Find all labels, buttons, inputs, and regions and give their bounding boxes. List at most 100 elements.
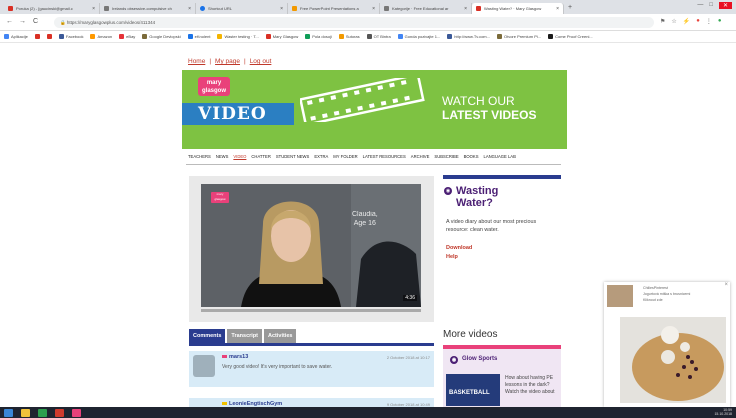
menu-icon[interactable]: ⋮ <box>706 18 712 25</box>
bookmark-item[interactable]: Waster testing · T... <box>217 34 259 39</box>
window-controls: — □ ✕ <box>697 2 732 9</box>
bookmark-icon <box>447 34 453 39</box>
nav-my-folder[interactable]: MY FOLDER <box>333 154 357 159</box>
ad-image[interactable] <box>620 317 726 403</box>
close-window-button[interactable]: ✕ <box>718 2 732 9</box>
browser-tab-active[interactable]: Wasting Water? · Mary Glasgow × <box>472 3 564 14</box>
video-heading: VIDEO <box>182 103 294 125</box>
bookmark-icon <box>397 34 403 39</box>
nav-extra[interactable]: EXTRA <box>314 154 328 159</box>
nav-subscribe[interactable]: SUBSCRIBE <box>434 154 458 159</box>
close-tab-icon[interactable]: × <box>553 6 559 12</box>
bookmark-item[interactable]: Gonda pozivajte 1... <box>397 34 440 39</box>
bookmark-item[interactable]: Aplikacije <box>4 34 28 39</box>
browser-tab[interactable]: Poruka (2) - [gaucinski@gmail.c × <box>4 3 100 14</box>
nav-latest-resources[interactable]: LATEST RESOURCES <box>363 154 406 159</box>
url-text: https://maryglasgowplus.com/videos/41134… <box>66 20 156 25</box>
bookmark-item[interactable]: eBay <box>119 34 135 39</box>
comment-author[interactable]: mars13 <box>229 354 248 360</box>
bookmark-icon <box>366 34 372 39</box>
bookmark-icon <box>338 34 344 39</box>
chrome-icon[interactable] <box>55 408 64 417</box>
browser-toolbar: ← → C 🔒 https://maryglasgowplus.com/vide… <box>0 14 736 31</box>
nav-news[interactable]: NEWS <box>216 154 229 159</box>
nav-language-lab[interactable]: LANGUAGE LAB <box>484 154 516 159</box>
minimize-button[interactable]: — <box>697 2 703 9</box>
tab-comments[interactable]: Comments <box>189 329 226 343</box>
bookmark-item[interactable]: Come Proof Creeni... <box>548 34 593 39</box>
mary-glasgow-logo[interactable]: mary glasgow <box>198 77 230 96</box>
download-link[interactable]: Download <box>446 244 472 253</box>
bookmark-item[interactable]: Google Devlopski <box>142 34 181 39</box>
video-caption: Claudia, Age 16 <box>352 211 378 227</box>
bookmark-item[interactable] <box>34 34 40 39</box>
help-link[interactable]: Help <box>446 253 472 262</box>
system-clock[interactable]: 10:59 15.10.2018 <box>714 408 732 416</box>
bookmark-icon <box>46 34 52 39</box>
opera-icon[interactable]: ● <box>696 18 700 25</box>
more-video-thumbnail[interactable]: BASKETBALL <box>446 374 500 406</box>
video-progress-bar[interactable] <box>201 309 421 312</box>
bookmark-item[interactable]: Amazon <box>90 34 112 39</box>
app-icon[interactable] <box>72 408 81 417</box>
nav-books[interactable]: BOOKS <box>464 154 479 159</box>
nav-video[interactable]: VIDEO <box>233 154 246 159</box>
bookmark-item[interactable]: Sutoras <box>338 34 360 39</box>
maximize-button[interactable]: □ <box>709 2 713 9</box>
new-tab-button[interactable]: + <box>568 4 572 11</box>
nav-teachers[interactable]: TEACHERS <box>188 154 211 159</box>
bookmark-item[interactable]: http://www.Tv.com... <box>447 34 490 39</box>
video-frame[interactable]: mary glasgow Claudia, Age 16 4:36 <box>201 184 421 307</box>
back-button[interactable]: ← <box>6 18 13 25</box>
tab-transcript[interactable]: Transcript <box>227 329 263 343</box>
browser-tab[interactable]: Free PowerPoint Presentations a × <box>288 3 380 14</box>
translate-icon[interactable]: ⚑ <box>660 18 665 25</box>
bookmarks-bar: Aplikacije Facebook Amazon eBay Google Devlo… <box>0 31 736 43</box>
start-icon[interactable] <box>4 408 13 417</box>
close-tab-icon[interactable]: × <box>89 6 95 12</box>
tab-activities[interactable]: Activities <box>264 329 297 343</box>
close-tab-icon[interactable]: × <box>369 6 375 12</box>
flag-icon <box>222 355 227 359</box>
bookmark-item[interactable]: Facebook <box>58 34 83 39</box>
bookmark-icon <box>496 34 502 39</box>
bookmark-item[interactable]: eKnolent <box>187 34 210 39</box>
profile-icon[interactable]: ● <box>718 18 722 25</box>
bookmark-icon <box>187 34 193 39</box>
folder-icon[interactable] <box>21 408 30 417</box>
reload-button[interactable]: C <box>33 18 38 25</box>
browser-tab[interactable]: Kategorije · Free Educational ar × <box>380 3 472 14</box>
log-out-link[interactable]: Log out <box>250 58 272 65</box>
more-videos-card[interactable]: ◉ Glow Sports BASKETBALL How about havin… <box>443 349 561 409</box>
browser-tab[interactable]: Irelands obsessive-compulsive ch × <box>100 3 196 14</box>
close-tab-icon[interactable]: × <box>277 6 283 12</box>
star-icon[interactable]: ☆ <box>671 18 676 25</box>
bookmark-item[interactable]: Pola dosoji <box>305 34 332 39</box>
more-video-title[interactable]: Glow Sports <box>462 356 497 364</box>
bookmark-item[interactable]: OT Bintra <box>366 34 391 39</box>
site-navigation: TEACHERS NEWS VIDEO CHATTER STUDENT NEWS… <box>188 154 516 159</box>
app-icon[interactable] <box>38 408 47 417</box>
avatar <box>193 355 215 377</box>
toolbar-extensions: ⚑ ☆ ⚡ ● ⋮ ● <box>660 18 722 25</box>
bookmark-item[interactable] <box>46 34 52 39</box>
nav-student-news[interactable]: STUDENT NEWS <box>276 154 309 159</box>
close-tab-icon[interactable]: × <box>461 6 467 12</box>
bookmark-item[interactable]: Otvore Premium Pi... <box>496 34 541 39</box>
nav-archive[interactable]: ARCHIVE <box>411 154 430 159</box>
ad-popup[interactable]: × ChiliesPinterest Jogurtová miška s bru… <box>604 282 730 407</box>
browser-tab[interactable]: Shortcut URL × <box>196 3 288 14</box>
close-icon[interactable]: × <box>724 282 728 288</box>
extension-icon[interactable]: ⚡ <box>683 18 690 25</box>
my-page-link[interactable]: My page <box>215 58 240 65</box>
address-bar[interactable]: 🔒 https://maryglasgowplus.com/videos/411… <box>54 17 654 28</box>
nav-divider <box>186 164 561 165</box>
home-link[interactable]: Home <box>188 58 205 65</box>
forward-button[interactable]: → <box>19 18 26 25</box>
bookmark-icon <box>34 34 40 39</box>
close-tab-icon[interactable]: × <box>185 6 191 12</box>
comment-date: 2 October 2018 at 10:17 <box>386 355 430 360</box>
ad-link[interactable]: Kliknout zde <box>643 297 690 303</box>
bookmark-item[interactable]: Mary Glasgow <box>265 34 298 39</box>
nav-chatter[interactable]: CHATTER <box>251 154 270 159</box>
